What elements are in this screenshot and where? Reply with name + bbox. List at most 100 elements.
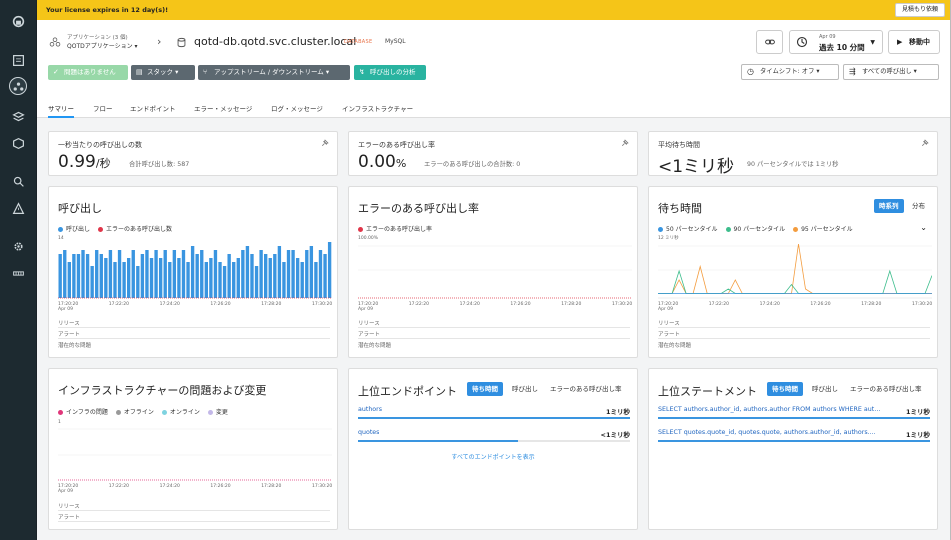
tab-flow[interactable]: フロー xyxy=(93,103,113,118)
calls-bar[interactable] xyxy=(90,266,94,298)
error-rate-chart[interactable]: 100.00% 17:20:20Apr 0917:22:20 17:24:20 17… xyxy=(358,234,632,314)
pin-icon[interactable] xyxy=(320,139,329,148)
calls-bar[interactable] xyxy=(149,258,154,298)
calls-bar[interactable] xyxy=(236,258,240,298)
legend-error-calls[interactable]: エラーのある呼び出し数 xyxy=(98,224,172,233)
calls-bar[interactable] xyxy=(227,254,231,298)
app-selector[interactable]: QOTDアプリケーション ▾ xyxy=(67,41,138,50)
distribution-toggle[interactable]: 分布 xyxy=(907,199,930,213)
calls-bar[interactable] xyxy=(72,254,76,298)
calls-bar[interactable] xyxy=(104,258,108,298)
legend-p50[interactable]: 50 パーセンタイル xyxy=(658,224,718,233)
calls-bar[interactable] xyxy=(63,250,67,298)
legend-p90[interactable]: 90 パーセンタイル xyxy=(725,224,785,233)
tab-log-messages[interactable]: ログ・メッセージ xyxy=(271,103,323,118)
upstream-downstream-dropdown[interactable]: ⑂ アップストリーム / ダウンストリーム ▾ xyxy=(198,65,350,80)
calls-bar[interactable] xyxy=(76,254,81,298)
calls-bar[interactable] xyxy=(314,262,318,298)
calls-bar[interactable] xyxy=(200,250,204,298)
infrastructure-icon[interactable] xyxy=(9,134,27,152)
legend-online[interactable]: オンライン xyxy=(161,407,200,416)
legend-infra-issues[interactable]: インフラの問題 xyxy=(58,407,108,416)
analyze-calls-button[interactable]: ↯ 呼び出しの分析 xyxy=(354,65,426,80)
calls-bar[interactable] xyxy=(131,250,135,298)
pin-icon[interactable] xyxy=(620,139,629,148)
calls-bar[interactable] xyxy=(300,262,304,298)
legend-p95[interactable]: 95 パーセンタイル xyxy=(793,224,853,233)
copy-link-button[interactable] xyxy=(756,30,783,54)
calls-bar[interactable] xyxy=(181,250,186,298)
calls-bar[interactable] xyxy=(113,262,117,298)
latency-series-line[interactable] xyxy=(658,243,932,294)
latency-chart[interactable]: 12 ミリ秒 17:20:20Apr 0917:22:20 17:24:20 17:… xyxy=(658,234,932,314)
calls-bar[interactable] xyxy=(127,258,131,298)
calls-bar[interactable] xyxy=(99,254,103,298)
calls-bar[interactable] xyxy=(295,258,300,298)
calls-bar[interactable] xyxy=(250,254,254,298)
calls-bar[interactable] xyxy=(136,266,140,298)
calls-bar[interactable] xyxy=(154,250,158,298)
calls-bar[interactable] xyxy=(186,262,190,298)
legend-error-rate[interactable]: エラーのある呼び出し率 xyxy=(358,224,432,233)
calls-bar[interactable] xyxy=(168,262,172,298)
legend-offline[interactable]: オフライン xyxy=(115,407,154,416)
calls-bar[interactable] xyxy=(305,250,309,298)
calls-bar[interactable] xyxy=(108,250,113,298)
stack-dropdown[interactable]: ▤ スタック ▾ xyxy=(131,65,195,80)
calls-bar[interactable] xyxy=(177,258,181,298)
calls-bar[interactable] xyxy=(58,254,62,298)
calls-bar[interactable] xyxy=(95,250,99,298)
show-all-endpoints-link[interactable]: すべてのエンドポイントを表示 xyxy=(349,452,637,461)
calls-bar[interactable] xyxy=(195,254,199,298)
all-calls-filter[interactable]: ⇶ すべての呼び出し ▾ xyxy=(843,64,939,80)
calls-bar[interactable] xyxy=(85,254,90,298)
calls-bar[interactable] xyxy=(264,254,268,298)
calls-bar[interactable] xyxy=(163,250,167,298)
endpoints-error-rate-toggle[interactable]: エラーのある呼び出し率 xyxy=(545,382,627,396)
calls-bar[interactable] xyxy=(291,250,295,298)
legend-changes[interactable]: 変更 xyxy=(207,407,228,416)
calls-bar[interactable] xyxy=(67,262,71,298)
timeseries-toggle[interactable]: 時系列 xyxy=(874,199,904,213)
legend-expand-chevron-icon[interactable]: ⌄ xyxy=(920,223,927,232)
logo-icon[interactable] xyxy=(9,12,27,30)
calls-bar[interactable] xyxy=(232,262,236,298)
websites-icon[interactable] xyxy=(9,51,27,69)
endpoint-name[interactable]: authors xyxy=(358,406,382,413)
endpoint-name[interactable]: quotes xyxy=(358,429,379,436)
statements-error-rate-toggle[interactable]: エラーのある呼び出し率 xyxy=(845,382,927,396)
calls-bar[interactable] xyxy=(268,258,272,298)
tab-endpoints[interactable]: エンドポイント xyxy=(130,103,176,118)
more-icon[interactable] xyxy=(9,264,27,282)
quote-request-button[interactable]: 見積もり依頼 xyxy=(894,3,945,17)
calls-bar[interactable] xyxy=(204,262,208,298)
calls-bar[interactable] xyxy=(213,250,218,298)
calls-bar[interactable] xyxy=(122,262,126,298)
settings-icon[interactable] xyxy=(9,237,27,255)
calls-bar[interactable] xyxy=(245,246,250,298)
status-ok-badge[interactable]: ✓ 問題はありません xyxy=(48,65,128,80)
live-mode-button[interactable]: ▶ 移動中 xyxy=(888,30,940,54)
statement-text[interactable]: SELECT authors.author_id, authors.author… xyxy=(658,406,883,413)
statements-latency-toggle[interactable]: 待ち時間 xyxy=(767,382,803,396)
endpoints-latency-toggle[interactable]: 待ち時間 xyxy=(467,382,503,396)
calls-bar[interactable] xyxy=(259,250,263,298)
tab-summary[interactable]: サマリー xyxy=(48,103,74,118)
tab-error-messages[interactable]: エラー・メッセージ xyxy=(194,103,252,118)
events-icon[interactable] xyxy=(9,199,27,217)
calls-bar[interactable] xyxy=(318,250,323,298)
calls-bar[interactable] xyxy=(282,262,286,298)
calls-bar[interactable] xyxy=(241,250,245,298)
calls-bar[interactable] xyxy=(209,258,213,298)
pin-icon[interactable] xyxy=(920,139,929,148)
time-range-picker[interactable]: Apr 09 過去 10 分間 ▼ xyxy=(789,30,883,54)
applications-icon[interactable] xyxy=(9,77,27,95)
calls-bar[interactable] xyxy=(323,254,327,298)
calls-bar[interactable] xyxy=(145,250,149,298)
calls-bar[interactable] xyxy=(117,250,122,298)
calls-chart[interactable]: 14 17:20:20Apr 0917:22:20 17:24:20 17:26:2… xyxy=(58,234,332,314)
calls-bar[interactable] xyxy=(218,262,222,298)
analyze-icon[interactable] xyxy=(9,172,27,190)
tab-infrastructure[interactable]: インフラストラクチャー xyxy=(342,103,413,118)
calls-bar[interactable] xyxy=(158,258,163,298)
